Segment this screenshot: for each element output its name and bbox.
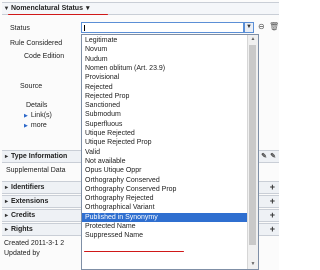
remove-icon[interactable]: ⊖ [258, 22, 265, 31]
expand-triangle-icon: ▸ [4, 213, 8, 219]
rule-considered-label: Rule Considered [10, 40, 63, 47]
dropdown-option[interactable]: Superfluous [82, 120, 251, 129]
status-combobox-input[interactable] [81, 22, 244, 33]
dropdown-option[interactable]: Valid [82, 148, 251, 157]
dropdown-option[interactable]: Rejected Prop [82, 92, 251, 101]
expand-triangle-icon: ▸ [4, 227, 8, 233]
dropdown-option[interactable]: Utique Rejected [82, 129, 251, 138]
dropdown-option[interactable]: Submodum [82, 110, 251, 119]
add-credit-icon[interactable]: + [270, 210, 275, 221]
dropdown-option-selected[interactable]: Published in Synonymy [82, 212, 251, 222]
dropdown-option[interactable]: Suppressed Name [82, 231, 251, 240]
dropdown-option[interactable]: Orthography Rejected [82, 194, 251, 203]
expand-triangle-icon: ▶ [24, 113, 28, 119]
rights-title: Rights [11, 226, 33, 233]
dropdown-option[interactable]: Nudum [82, 55, 251, 64]
extensions-title: Extensions [11, 198, 49, 205]
expand-triangle-icon: ▸ [4, 199, 8, 205]
updated-by-label: Updated by [4, 250, 40, 257]
links-expander[interactable]: ▶ Link(s) [24, 112, 52, 119]
add-rights-icon[interactable]: + [270, 224, 275, 235]
dropdown-option[interactable]: Utique Rejected Prop [82, 138, 251, 147]
scrollbar-thumb[interactable] [249, 45, 256, 245]
add-extension-icon[interactable]: + [270, 196, 275, 207]
status-dropdown-list[interactable]: Legitimate Novum Nudum Nomen oblitum (Art. … [81, 34, 259, 270]
dropdown-option[interactable]: Protected Name [82, 222, 251, 231]
dropdown-option[interactable]: Orthography Conserved [82, 176, 251, 185]
status-label: Status [10, 25, 30, 32]
dropdown-option[interactable]: Orthography Conserved Prop [82, 185, 251, 194]
expand-triangle-icon: ▸ [4, 154, 8, 160]
code-edition-label: Code Edition [24, 53, 65, 60]
edit-icon[interactable]: ✎ [261, 151, 267, 162]
credits-title: Credits [11, 212, 36, 219]
dropdown-option[interactable]: Orthographical Variant [82, 203, 251, 212]
type-information-title: Type Information [11, 153, 68, 160]
supplemental-data-label: Supplemental Data [6, 167, 66, 174]
more-label: more [30, 122, 47, 129]
chevron-down-icon: ▼ [246, 24, 252, 30]
more-expander[interactable]: ▶ more [24, 122, 47, 129]
edit-icon[interactable]: ✎ [270, 151, 276, 162]
red-annotation-underline-bottom [84, 251, 184, 252]
details-label: Details [26, 102, 48, 109]
dropdown-option[interactable]: Provisional [82, 73, 251, 82]
expand-triangle-icon: ▶ [24, 123, 28, 129]
text-caret [84, 25, 85, 31]
dropdown-option[interactable]: Opus Utique Oppr [82, 166, 251, 175]
chevron-down-icon[interactable]: ▾ [86, 5, 90, 12]
nomenclatural-status-title: Nomenclatural Status [11, 5, 83, 12]
dropdown-option[interactable]: Legitimate [82, 36, 251, 45]
expand-triangle-icon: ▸ [4, 185, 8, 191]
created-text: Created 2011-3-1 2 [4, 240, 65, 247]
links-label: Link(s) [30, 112, 52, 119]
delete-icon[interactable]: 🗑 [269, 22, 279, 31]
add-identifier-icon[interactable]: + [270, 182, 275, 193]
dropdown-option[interactable]: Nomen oblitum (Art. 23.9) [82, 64, 251, 73]
identifiers-title: Identifiers [11, 184, 45, 191]
status-dropdown-button[interactable]: ▼ [244, 22, 254, 33]
dropdown-option[interactable]: Rejected [82, 83, 251, 92]
dropdown-option[interactable]: Novum [82, 45, 251, 54]
scroll-up-icon[interactable]: ▲ [248, 35, 258, 44]
dropdown-scrollbar[interactable]: ▲ ▼ [247, 35, 258, 269]
dropdown-option[interactable]: Not available [82, 157, 251, 166]
source-label: Source [20, 83, 43, 90]
scroll-down-icon[interactable]: ▼ [248, 260, 258, 269]
red-annotation-underline-top [8, 14, 108, 15]
dropdown-option[interactable]: Sanctioned [82, 101, 251, 110]
details-panel: ▼ Nomenclatural Status ▾ Status ▼ ⊖ 🗑 Rule… [0, 0, 279, 270]
